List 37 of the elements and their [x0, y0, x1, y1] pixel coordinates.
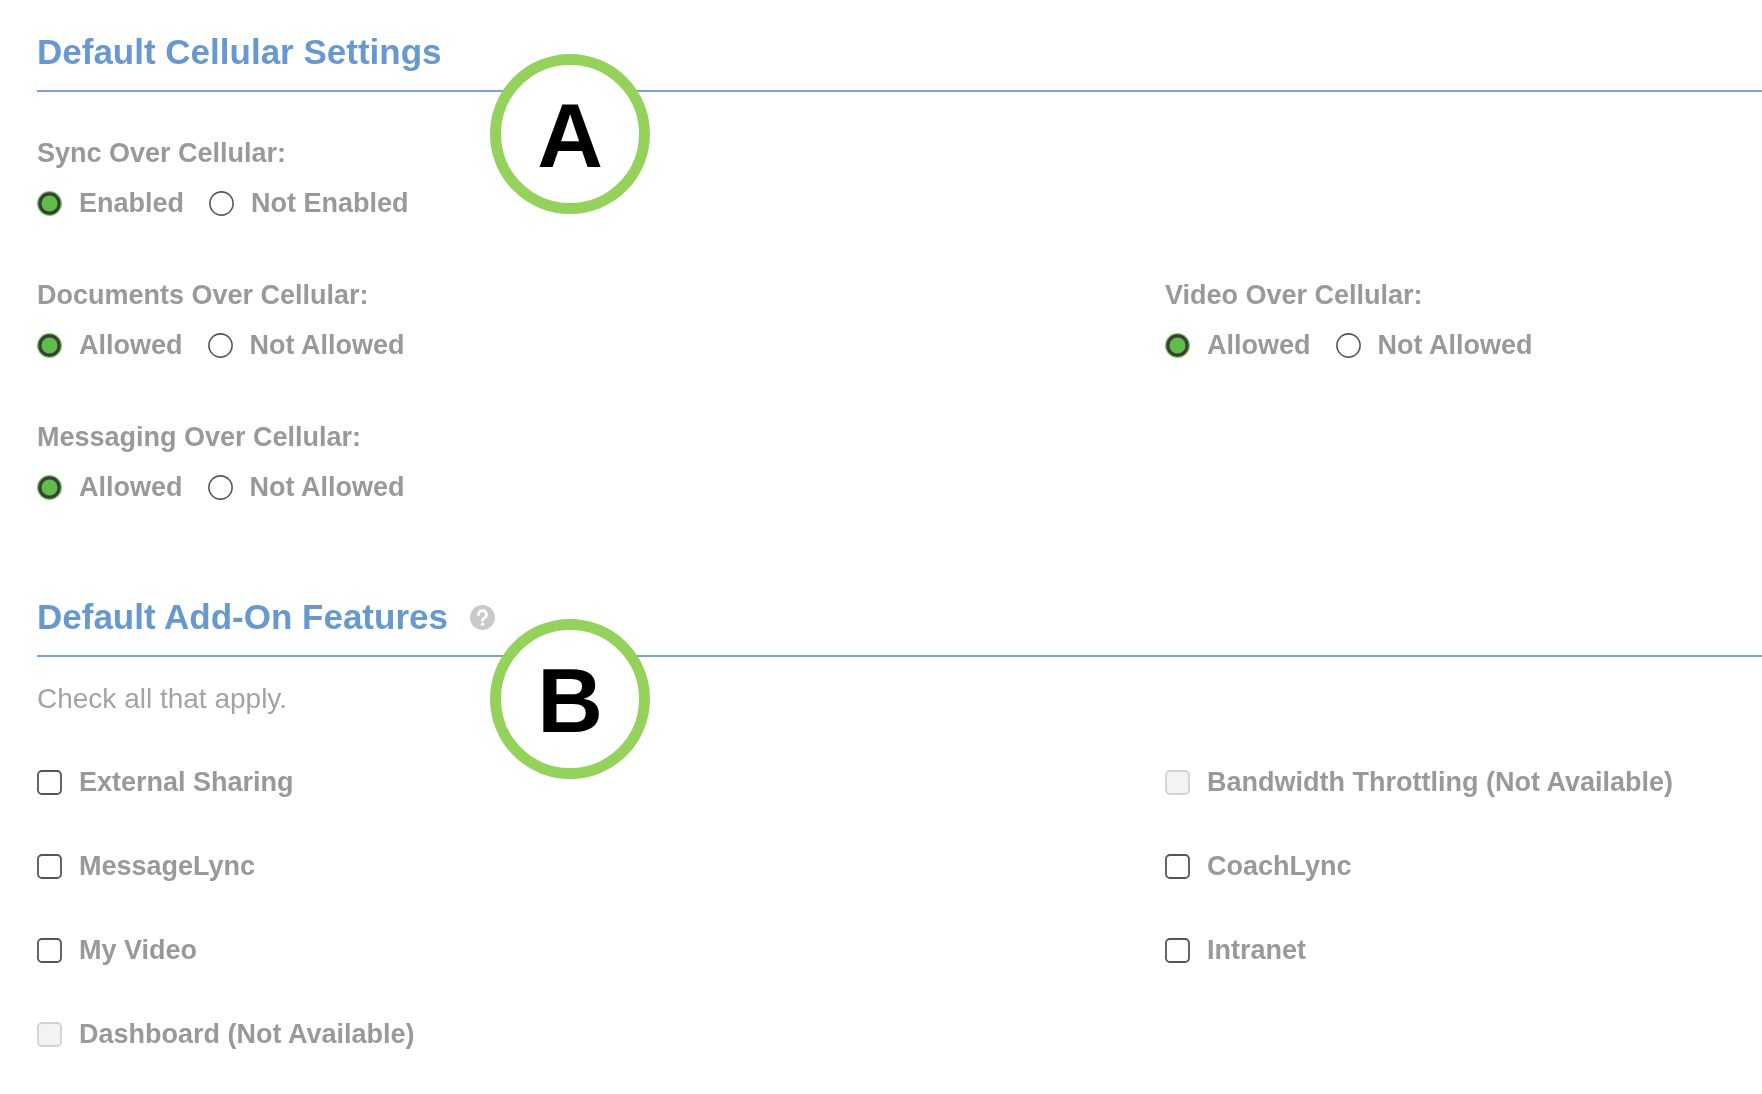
radio-button[interactable]	[37, 474, 62, 500]
setting-label: Messaging Over Cellular:	[37, 421, 362, 453]
checkbox-label: Dashboard (Not Available)	[79, 1018, 415, 1050]
option-label: Not Enabled	[251, 187, 409, 219]
checkbox[interactable]	[37, 937, 62, 963]
checkbox-label: Intranet	[1207, 934, 1306, 966]
radio-button[interactable]	[209, 190, 235, 216]
callout-marker: B	[490, 619, 650, 779]
option-label: Allowed	[79, 471, 183, 503]
section-heading: Default Cellular Settings	[37, 32, 442, 72]
callout-marker: A	[490, 54, 650, 214]
hint-text: Check all that apply.	[37, 683, 288, 715]
option-label: Allowed	[79, 329, 183, 361]
checkbox-label: My Video	[79, 934, 198, 966]
checkbox[interactable]	[1165, 853, 1190, 879]
checkbox-label: CoachLync	[1207, 850, 1352, 882]
radio-button[interactable]	[1335, 332, 1361, 358]
radio-button[interactable]	[207, 474, 233, 500]
checkbox[interactable]	[37, 853, 62, 879]
option-label: Not Allowed	[249, 329, 405, 361]
radio-button[interactable]	[37, 190, 62, 216]
checkbox-label: Bandwidth Throttling (Not Available)	[1207, 766, 1673, 798]
checkbox[interactable]	[1165, 937, 1190, 963]
option-label: Not Allowed	[1377, 329, 1533, 361]
checkbox-label: MessageLync	[79, 850, 256, 882]
setting-label: Documents Over Cellular:	[37, 279, 369, 311]
option-label: Enabled	[79, 187, 185, 219]
option-label: Not Allowed	[249, 471, 405, 503]
radio-button[interactable]	[1165, 332, 1190, 358]
option-label: Allowed	[1207, 329, 1311, 361]
radio-button[interactable]	[37, 332, 62, 358]
radio-button[interactable]	[207, 332, 233, 358]
checkbox-label: External Sharing	[79, 766, 294, 798]
section-heading: Default Add-On Features	[37, 597, 448, 637]
setting-label: Video Over Cellular:	[1165, 279, 1423, 311]
setting-label: Sync Over Cellular:	[37, 137, 287, 169]
checkbox[interactable]	[37, 769, 62, 795]
